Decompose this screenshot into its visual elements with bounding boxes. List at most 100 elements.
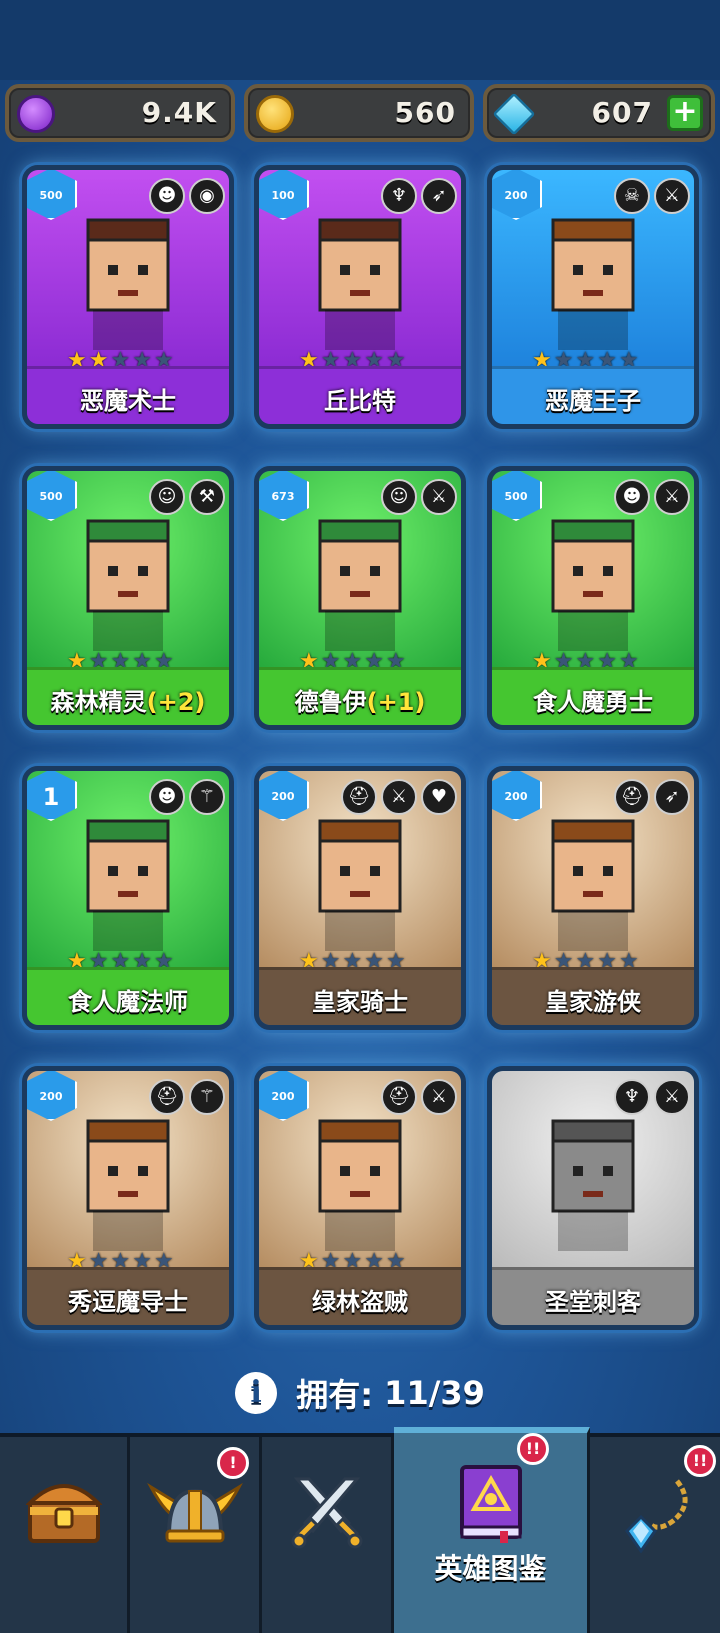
coin-counter[interactable]: 560: [244, 84, 474, 142]
bottom-nav: ! 英雄图鉴 !! !!: [0, 1427, 720, 1633]
bow-icon: ➶: [654, 779, 690, 815]
hero-card[interactable]: 200 ⛑ ➶ ★ ★ ★ ★ ★ 皇家游侠: [487, 766, 699, 1030]
heart-icon: ♥: [421, 779, 457, 815]
hero-name: 恶魔术士: [27, 381, 229, 416]
hammer-icon: ⚒: [189, 479, 225, 515]
diamond-counter[interactable]: 607 +: [483, 84, 715, 142]
sword-icon: ⚔: [654, 479, 690, 515]
wings-icon: ♆: [381, 178, 417, 214]
hero-name-text: 食人魔法师: [68, 988, 188, 1016]
hero-name-text: 德鲁伊: [294, 688, 367, 716]
hero-figure: [86, 519, 170, 651]
dagger-icon: ⚔: [654, 1079, 690, 1115]
info-icon[interactable]: i: [235, 1372, 278, 1414]
diamond-value: 607: [591, 96, 653, 129]
hero-card[interactable]: 500 ☺ ⚒ ★ ★ ★ ★ ★ 森林精灵(+2): [22, 466, 234, 730]
hero-name-text: 圣堂刺客: [545, 1288, 641, 1316]
viking-helmet-icon: [146, 1482, 243, 1543]
hero-card[interactable]: 673 ☺ ⚔ ★ ★ ★ ★ ★ 德鲁伊(+1): [254, 466, 466, 730]
hero-name-text: 森林精灵: [50, 688, 147, 716]
sword-icon: ⚔: [381, 779, 417, 815]
hero-card[interactable]: 200 ⛑ ⚔ ♥ ★ ★ ★ ★ ★ 皇家骑士: [254, 766, 466, 1030]
hero-name: 恶魔王子: [492, 381, 694, 416]
amulet-necklace-icon: [625, 1479, 688, 1553]
hero-figure: [318, 218, 402, 350]
hero-figure: [318, 819, 402, 951]
hero-card[interactable]: 200 ⛑ ⚚ ★ ★ ★ ★ ★ 秀逗魔导士: [22, 1066, 234, 1330]
hero-name: 食人魔勇士: [492, 682, 694, 717]
hero-name-text: 丘比特: [324, 387, 396, 415]
hero-figure: [551, 819, 635, 951]
hero-figure: [551, 1119, 635, 1251]
hero-bonus: (+2): [146, 688, 206, 716]
hero-card[interactable]: ♆ ⚔ 圣堂刺客: [487, 1066, 699, 1330]
tab-battle[interactable]: [262, 1437, 394, 1633]
hero-card[interactable]: 500 ☻ ⚔ ★ ★ ★ ★ ★ 食人魔勇士: [487, 466, 699, 730]
hero-name: 秀逗魔导士: [27, 1282, 229, 1317]
hero-card[interactable]: 200 ☠ ⚔ ★ ★ ★ ★ ★ 恶魔王子: [487, 165, 699, 429]
tab-codex-label: 英雄图鉴: [434, 1552, 547, 1585]
hero-name: 丘比特: [259, 381, 461, 416]
dagger-icon: ⚔: [654, 178, 690, 214]
demon-icon: ☻: [149, 178, 185, 214]
hero-name: 皇家游侠: [492, 982, 694, 1017]
owned-label: 拥有:: [296, 1376, 374, 1414]
wings-icon: ♆: [614, 1079, 650, 1115]
hero-card[interactable]: 1 ☻ ⚚ ★ ★ ★ ★ ★ 食人魔法师: [22, 766, 234, 1030]
hero-figure: [86, 1119, 170, 1251]
owned-counter: i 拥有: 11/39: [0, 1370, 720, 1416]
hero-name-text: 皇家游侠: [545, 988, 641, 1016]
sword-icon: ⚔: [421, 479, 457, 515]
hero-figure: [86, 218, 170, 350]
skull-horns-icon: ☠: [614, 178, 650, 214]
hero-name-text: 食人魔勇士: [533, 688, 653, 716]
hero-name: 德鲁伊(+1): [259, 682, 461, 717]
purple-gem-icon: [17, 95, 55, 133]
tab-chest[interactable]: [0, 1437, 130, 1633]
hero-name: 森林精灵(+2): [27, 682, 229, 717]
coin-value: 560: [394, 96, 456, 129]
hero-figure: [86, 819, 170, 951]
hero-name-text: 恶魔术士: [80, 387, 176, 415]
hero-card[interactable]: 200 ⛑ ⚔ ★ ★ ★ ★ ★ 绿林盗贼: [254, 1066, 466, 1330]
diamond-icon: [492, 92, 536, 136]
hero-figure: [318, 1119, 402, 1251]
hero-figure: [551, 519, 635, 651]
hero-bonus: (+1): [366, 688, 426, 716]
staff-icon: ⚚: [189, 1079, 225, 1115]
hero-name-text: 绿林盗贼: [312, 1288, 408, 1316]
add-diamonds-button[interactable]: +: [667, 95, 703, 131]
purple-gem-value: 9.4K: [141, 96, 217, 129]
hero-card[interactable]: 500 ☻ ◉ ★ ★ ★ ★ ★ 恶魔术士: [22, 165, 234, 429]
crossed-swords-icon: [291, 1477, 362, 1549]
hero-codex-book-icon: [459, 1465, 522, 1543]
helmet-icon: ⛑: [381, 1079, 417, 1115]
hero-name: 圣堂刺客: [492, 1282, 694, 1317]
helmet-icon: ⛑: [149, 1079, 185, 1115]
staff-icon: ⚚: [189, 779, 225, 815]
heroes-notification-badge: !: [217, 1447, 249, 1479]
hero-figure: [551, 218, 635, 350]
helmet-icon: ⛑: [341, 779, 377, 815]
tab-codex[interactable]: 英雄图鉴 !!: [394, 1427, 590, 1633]
hero-name: 食人魔法师: [27, 982, 229, 1017]
dagger-icon: ⚔: [421, 1079, 457, 1115]
coin-icon: [256, 95, 294, 133]
elf-icon: ☺: [149, 479, 185, 515]
tab-amulet[interactable]: !!: [590, 1437, 720, 1633]
elf-icon: ☺: [381, 479, 417, 515]
ogre-icon: ☻: [149, 779, 185, 815]
amulet-notification-badge: !!: [684, 1445, 716, 1477]
hero-name-text: 秀逗魔导士: [68, 1288, 188, 1316]
helmet-icon: ⛑: [614, 779, 650, 815]
hero-name-text: 恶魔王子: [545, 387, 641, 415]
treasure-chest-icon: [25, 1484, 102, 1543]
hero-card[interactable]: 100 ♆ ➶ ★ ★ ★ ★ ★ 丘比特: [254, 165, 466, 429]
ogre-icon: ☻: [614, 479, 650, 515]
hero-name: 皇家骑士: [259, 982, 461, 1017]
hero-figure: [318, 519, 402, 651]
tab-heroes[interactable]: !: [130, 1437, 262, 1633]
bow-icon: ➶: [421, 178, 457, 214]
purple-gem-counter[interactable]: 9.4K: [5, 84, 235, 142]
hero-name-text: 皇家骑士: [312, 988, 408, 1016]
